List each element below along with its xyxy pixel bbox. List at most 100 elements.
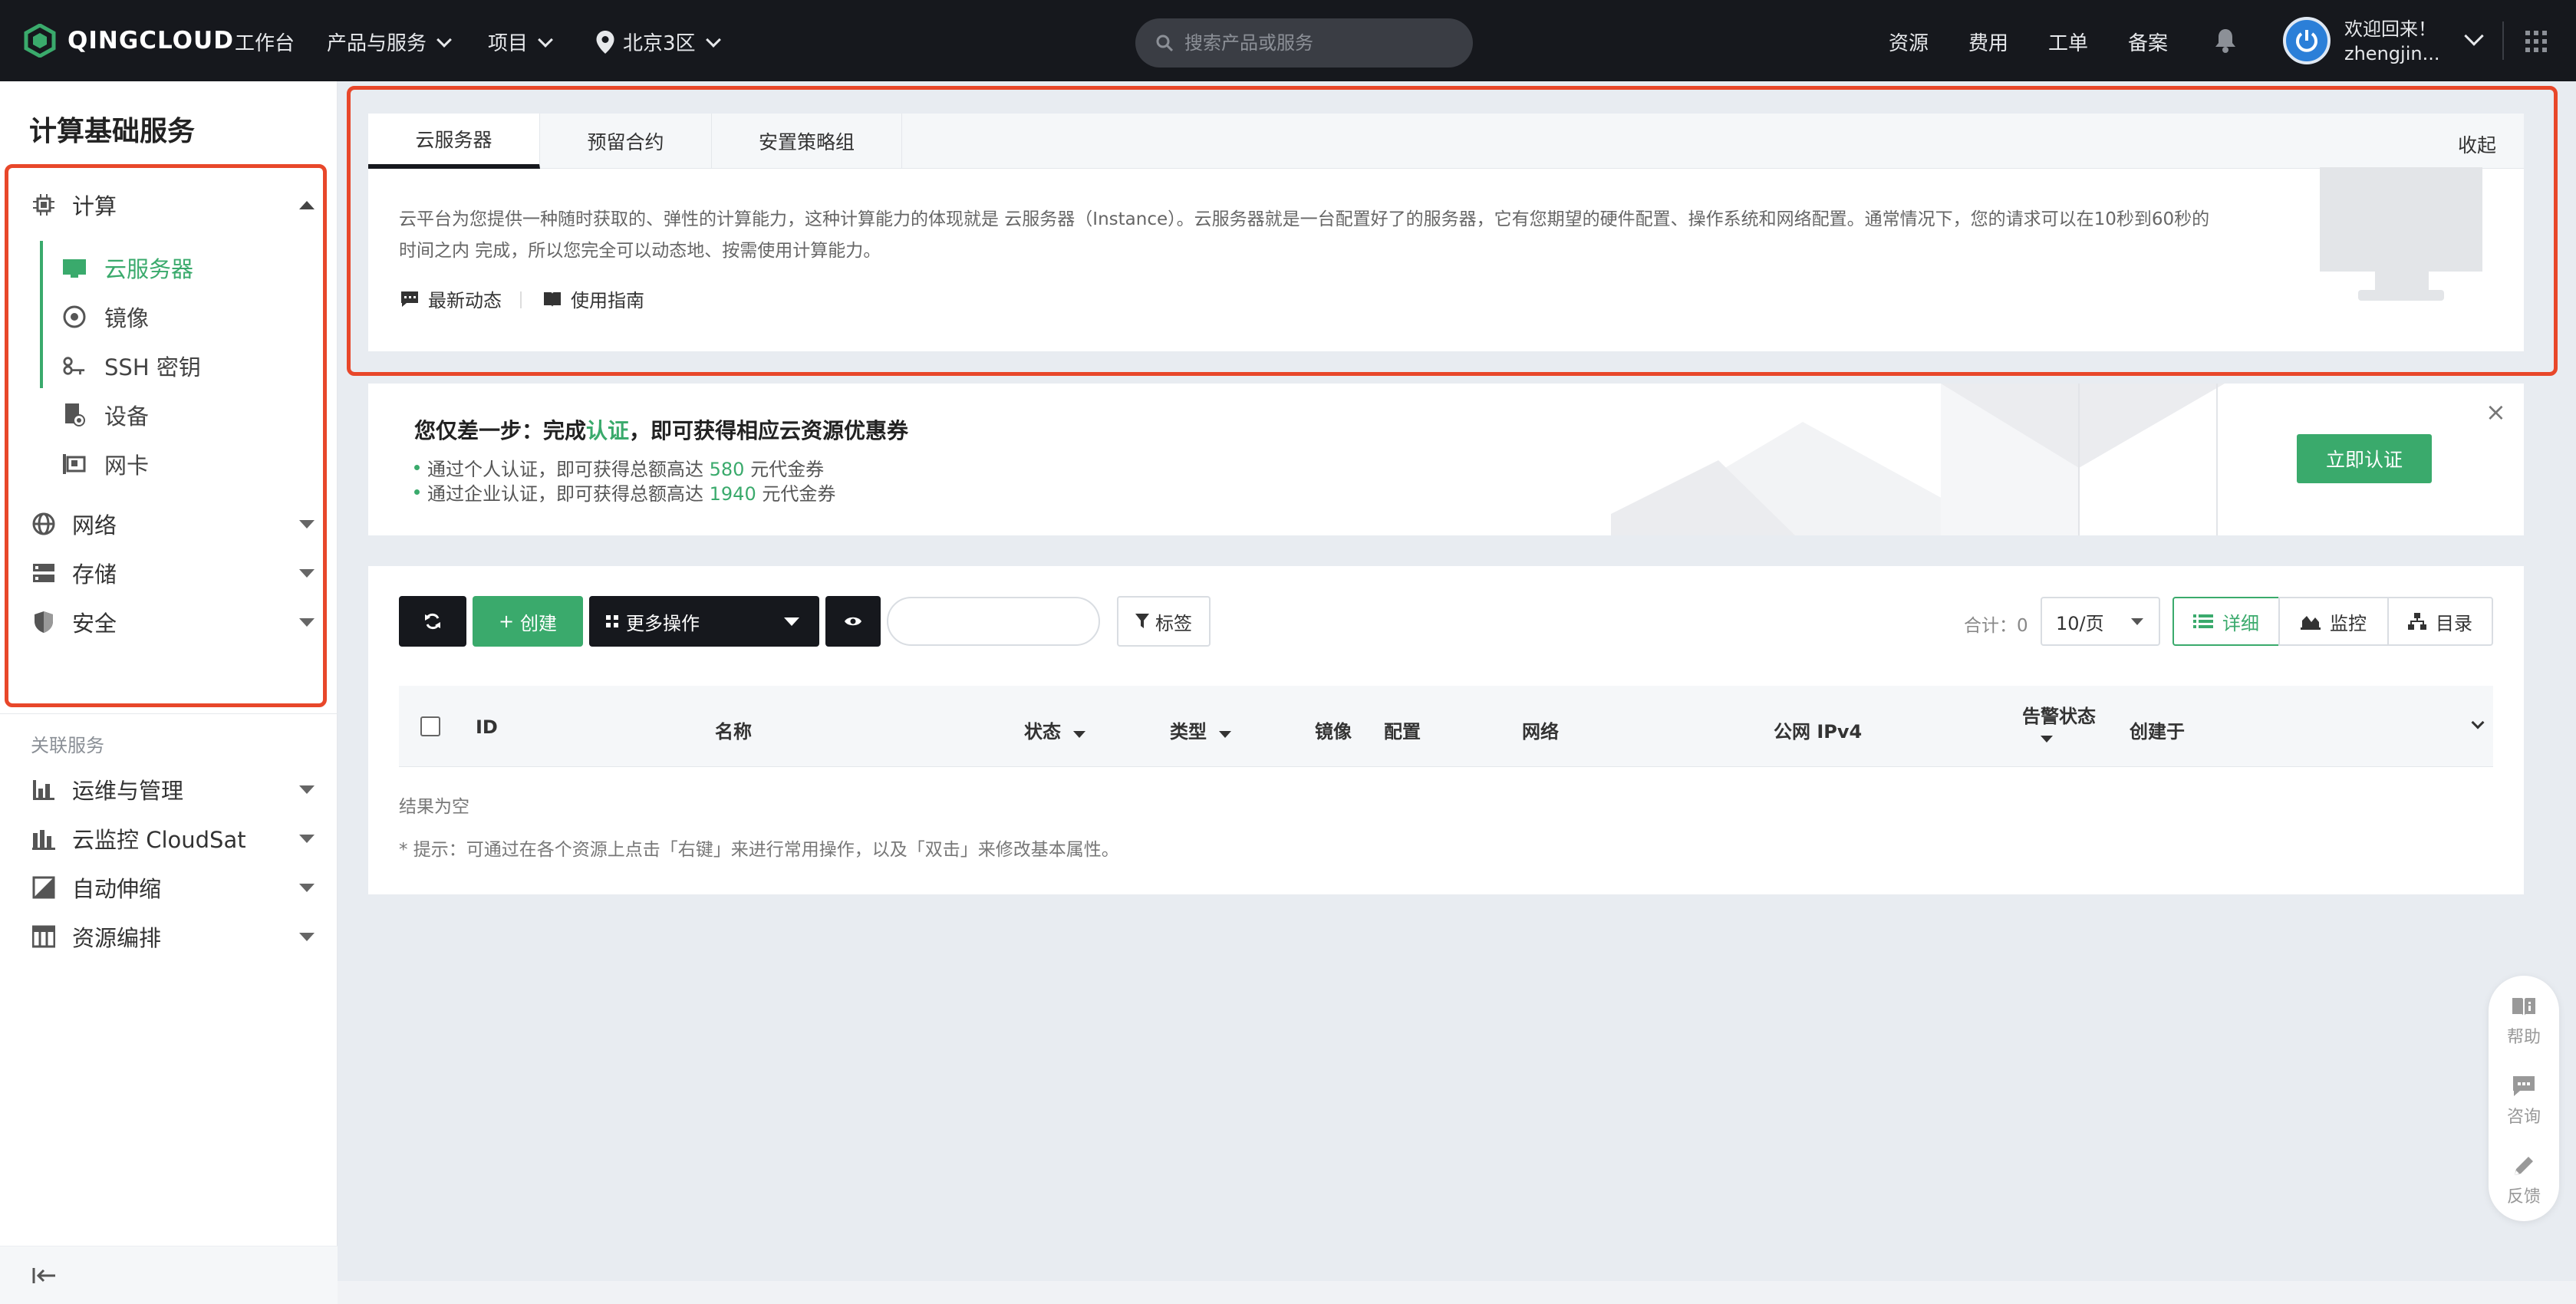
sidebar-group-compute[interactable]: 计算 (32, 189, 117, 221)
refresh-button[interactable] (399, 596, 466, 647)
chevron-down-icon[interactable] (299, 618, 315, 627)
create-button[interactable]: + 创建 (473, 596, 583, 647)
banner-title: 您仅差一步：完成认证，即可获得相应云资源优惠券 (414, 414, 908, 445)
floating-help-widget: 帮助 咨询 反馈 (2489, 976, 2559, 1221)
nav-workbench[interactable]: 工作台 (235, 28, 295, 56)
link-resources[interactable]: 资源 (1889, 28, 1929, 56)
bell-icon[interactable] (2214, 28, 2237, 54)
user-info[interactable]: 欢迎回来！ zhengjin... (2344, 17, 2439, 66)
col-id[interactable]: ID (476, 716, 498, 738)
message-icon (401, 291, 418, 307)
search-input[interactable] (1184, 32, 1438, 54)
column-settings-chevron-icon[interactable] (2471, 716, 2485, 729)
sidebar-item-ssh-keys[interactable]: SSH 密钥 (63, 350, 201, 382)
power-icon (2296, 30, 2317, 52)
avatar[interactable] (2283, 17, 2331, 64)
more-actions-dropdown[interactable]: 更多操作 (589, 596, 819, 647)
sidebar-group-security[interactable]: 安全 (32, 606, 117, 638)
region-selector[interactable]: 北京3区 (595, 28, 721, 56)
page-size-select[interactable]: 10/页 (2041, 597, 2160, 646)
link-billing[interactable]: 费用 (1968, 28, 2008, 56)
sidebar-footer (0, 1246, 338, 1304)
tab-instances[interactable]: 云服务器 (368, 114, 540, 169)
monitor-illustration-base (2358, 290, 2444, 301)
total-count: 合计：0 (1964, 616, 2028, 636)
link-icp-filing[interactable]: 备案 (2128, 28, 2168, 56)
caret-down-icon (784, 617, 799, 626)
col-image[interactable]: 镜像 (1315, 716, 1352, 743)
link-user-guide[interactable]: 使用指南 (543, 285, 644, 312)
chevron-down-icon[interactable] (299, 785, 315, 794)
list-search-input[interactable] (888, 598, 1099, 644)
tags-button[interactable]: 标签 (1117, 596, 1211, 647)
link-tickets[interactable]: 工单 (2048, 28, 2088, 56)
sidebar-item-cloudsat[interactable]: 云监控 CloudSat (32, 822, 246, 855)
view-monitor-button[interactable]: 监控 (2278, 597, 2389, 646)
feedback-button[interactable]: 反馈 (2489, 1155, 2559, 1207)
col-public-ipv4[interactable]: 公网 IPv4 (1774, 716, 1862, 743)
create-button-label: 创建 (520, 612, 558, 634)
close-icon[interactable]: × (2485, 397, 2506, 426)
chevron-down-icon[interactable] (299, 569, 315, 578)
device-icon (63, 403, 86, 426)
verify-now-button[interactable]: 立即认证 (2297, 434, 2432, 483)
sidebar-item-nics[interactable]: 网卡 (63, 448, 149, 480)
collapse-link[interactable]: 收起 (2458, 130, 2496, 158)
user-menu-chevron-icon[interactable] (2464, 26, 2484, 46)
tab-reserved-contracts[interactable]: 预留合约 (540, 114, 712, 169)
tags-button-label: 标签 (1155, 612, 1192, 634)
link-latest-news[interactable]: 最新动态 (400, 285, 502, 312)
collapse-sidebar-icon[interactable] (32, 1266, 57, 1285)
book-icon (544, 291, 561, 307)
consult-button[interactable]: 咨询 (2489, 1075, 2559, 1128)
intro-description: 云平台为您提供一种随时获取的、弹性的计算能力，这种计算能力的体现就是 云服务器（… (399, 209, 2210, 261)
chevron-down-icon[interactable] (299, 520, 315, 529)
sitemap-icon (2408, 613, 2426, 630)
list-search-field[interactable] (887, 597, 1100, 646)
view-directory-button[interactable]: 目录 (2387, 597, 2493, 646)
line1-post: 元代金券 (744, 459, 825, 480)
logo-text: QINGCLOUD (68, 27, 234, 54)
nav-projects[interactable]: 项目 (488, 28, 553, 56)
col-config[interactable]: 配置 (1384, 716, 1421, 743)
horizontal-scrollbar[interactable] (338, 1281, 2576, 1304)
col-status[interactable]: 状态 (1024, 716, 1086, 743)
sidebar-item-instances[interactable]: 云服务器 (63, 252, 193, 284)
sidebar-item-ops-management[interactable]: 运维与管理 (32, 773, 183, 805)
sidebar-divider (0, 713, 338, 714)
nav-products-services[interactable]: 产品与服务 (327, 28, 452, 56)
help-button[interactable]: 帮助 (2489, 996, 2559, 1048)
qingcloud-logo-icon (24, 24, 56, 58)
username: zhengjin... (2344, 43, 2440, 64)
sidebar-item-devices[interactable]: 设备 (63, 399, 149, 431)
chevron-down-icon[interactable] (299, 835, 315, 843)
view-detail-button[interactable]: 详细 (2172, 597, 2280, 646)
sidebar-item-ssh-keys-label: SSH 密钥 (104, 354, 201, 380)
sidebar-item-autoscaling[interactable]: 自动伸缩 (32, 871, 161, 904)
global-search[interactable] (1135, 18, 1473, 68)
col-name[interactable]: 名称 (715, 716, 752, 743)
sidebar-item-orchestration[interactable]: 资源编排 (32, 920, 161, 953)
sidebar-item-images[interactable]: 镜像 (63, 301, 149, 333)
chevron-down-icon[interactable] (299, 933, 315, 941)
col-created-at[interactable]: 创建于 (2130, 716, 2185, 743)
chevron-up-icon[interactable] (299, 201, 315, 209)
toggle-visibility-button[interactable] (825, 596, 881, 647)
chevron-down-icon[interactable] (299, 884, 315, 892)
sidebar-group-network-label: 网络 (72, 512, 117, 538)
link-user-guide-label: 使用指南 (571, 290, 644, 311)
tab-placement-groups[interactable]: 安置策略组 (712, 114, 902, 169)
qingcloud-logo[interactable]: QINGCLOUD (23, 20, 234, 61)
col-alarm-status[interactable]: 告警状态 (2022, 701, 2096, 743)
apps-grid-icon[interactable] (2525, 31, 2547, 52)
nav-products-label: 产品与服务 (327, 32, 427, 55)
sidebar-group-network[interactable]: 网络 (32, 508, 117, 540)
related-services-label: 关联服务 (31, 735, 104, 756)
caret-down-icon (1219, 731, 1232, 738)
caret-down-icon (2131, 618, 2143, 625)
col-network[interactable]: 网络 (1522, 716, 1559, 743)
select-all-checkbox[interactable] (420, 716, 440, 736)
col-type[interactable]: 类型 (1170, 716, 1232, 743)
line2-amount: 1940 (709, 483, 756, 505)
sidebar-group-storage[interactable]: 存储 (32, 557, 117, 589)
